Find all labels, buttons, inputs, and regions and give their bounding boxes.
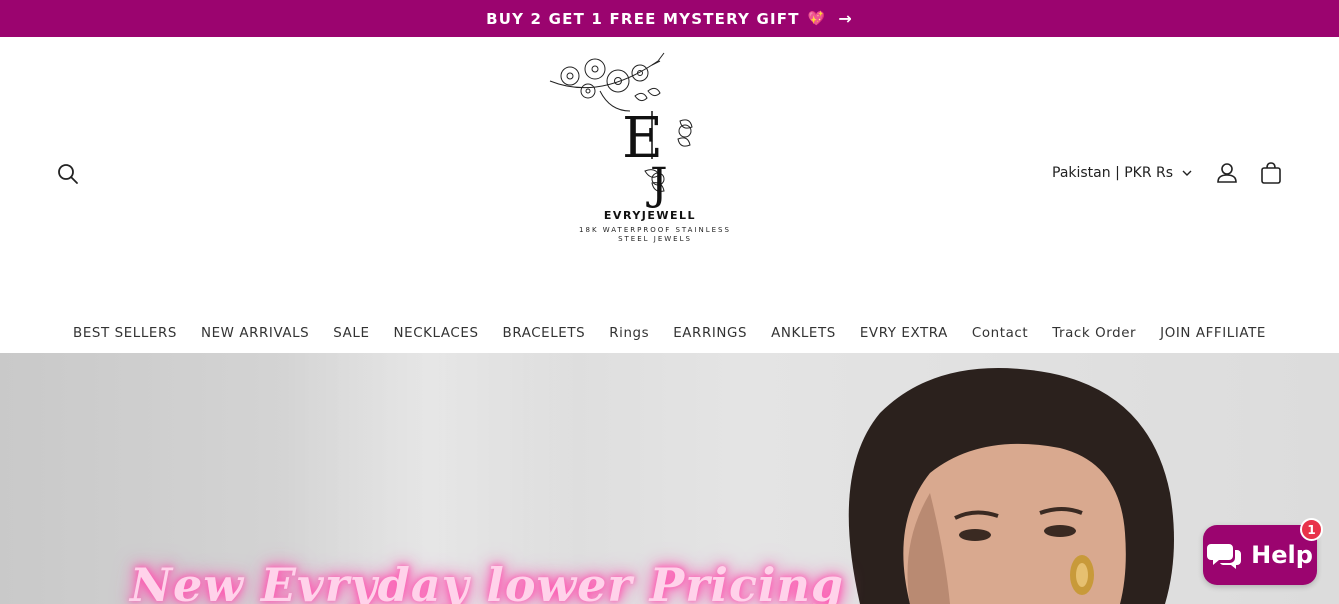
chat-bubbles-icon — [1207, 544, 1242, 569]
store-logo[interactable]: E J EVRYJEWELL 18K WATERPROOF STAINLESS … — [540, 51, 760, 251]
nav-item-anklets[interactable]: ANKLETS — [759, 326, 848, 341]
nav-item-rings[interactable]: Rings — [597, 326, 661, 341]
nav-item-new-arrivals[interactable]: NEW ARRIVALS — [189, 326, 321, 341]
nav-item-track-order[interactable]: Track Order — [1040, 326, 1148, 341]
logo-tagline: 18K WATERPROOF STAINLESS STEEL JEWELS — [560, 226, 750, 244]
nav-item-join-affiliate[interactable]: JOIN AFFILIATE — [1148, 326, 1278, 341]
site-header: E J EVRYJEWELL 18K WATERPROOF STAINLESS … — [0, 37, 1339, 307]
logo-tagline-line1: 18K WATERPROOF STAINLESS — [579, 226, 731, 234]
search-icon — [58, 164, 78, 184]
logo-mark: E J — [549, 52, 715, 222]
help-chat-button[interactable]: Help — [1203, 525, 1317, 585]
announcement-text: BUY 2 GET 1 FREE MYSTERY GIFT — [486, 9, 800, 28]
nav-item-evry-extra[interactable]: EVRY EXTRA — [848, 326, 960, 341]
nav-item-contact[interactable]: Contact — [960, 326, 1040, 341]
hero-banner[interactable]: New Evryday lower Pricing — [0, 353, 1339, 604]
announcement-bar[interactable]: BUY 2 GET 1 FREE MYSTERY GIFT 💖 → — [0, 0, 1339, 37]
heart-icon: 💖 — [807, 10, 827, 27]
main-navigation: BEST SELLERS NEW ARRIVALS SALE NECKLACES… — [0, 313, 1339, 353]
hero-model-photo — [848, 368, 1174, 604]
nav-item-necklaces[interactable]: NECKLACES — [382, 326, 491, 341]
chevron-down-icon — [1182, 170, 1192, 176]
notification-badge: 1 — [1300, 518, 1323, 541]
account-icon — [1217, 163, 1237, 183]
help-label: Help — [1251, 541, 1313, 569]
hero-title: New Evryday lower Pricing — [130, 558, 845, 604]
search-button[interactable] — [55, 161, 81, 187]
nav-item-best-sellers[interactable]: BEST SELLERS — [61, 326, 189, 341]
nav-item-bracelets[interactable]: BRACELETS — [491, 326, 598, 341]
logo-tagline-line2: STEEL JEWELS — [618, 235, 692, 243]
nav-item-earrings[interactable]: EARRINGS — [661, 326, 759, 341]
svg-text:J: J — [646, 159, 668, 210]
cart-button[interactable] — [1258, 160, 1284, 186]
account-button[interactable] — [1214, 160, 1240, 186]
country-currency-selector[interactable]: Pakistan | PKR Rs — [1052, 161, 1192, 185]
logo-brand-text: EVRYJEWELL — [603, 209, 697, 222]
nav-item-sale[interactable]: SALE — [321, 326, 381, 341]
arrow-right-icon[interactable]: → — [838, 9, 853, 28]
cart-icon — [1261, 162, 1281, 184]
locale-label: Pakistan | PKR Rs — [1052, 165, 1174, 181]
